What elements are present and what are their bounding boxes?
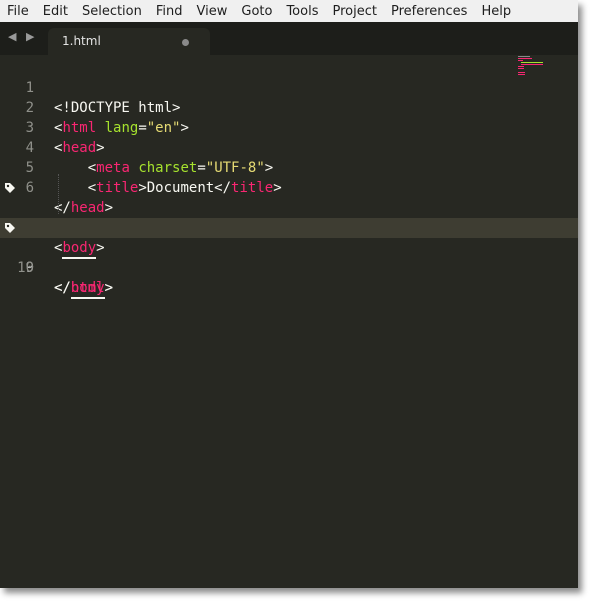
editor-window: File Edit Selection Find View Goto Tools… [0, 0, 578, 588]
menu-file[interactable]: File [0, 4, 36, 19]
unsaved-dot-icon[interactable] [182, 39, 189, 46]
code-line: 8 [0, 198, 578, 236]
chevron-left-icon[interactable]: ◀ [8, 30, 16, 43]
tab-title: 1.html [62, 34, 101, 48]
menu-tools[interactable]: Tools [279, 4, 325, 19]
menu-help[interactable]: Help [474, 4, 518, 19]
code-line: 5 <title>Document</title> [0, 138, 578, 196]
code-line: 7 <body> [0, 178, 578, 259]
tab-bar: ◀ ▶ 1.html [0, 22, 578, 55]
code-editor[interactable]: 1 <!DOCTYPE html> 2 <html lang="en"> 3 <… [0, 55, 578, 588]
code-line: 2 <html lang="en"> [0, 78, 578, 136]
chevron-right-icon[interactable]: ▶ [26, 30, 34, 43]
code-line: 10 </html> [0, 238, 578, 296]
minimap[interactable] [518, 56, 548, 82]
code-line: 4 <meta charset="UTF-8"> [0, 118, 578, 176]
code-line: 3 <head> [0, 98, 578, 156]
code-line: 6 </head> [0, 158, 578, 216]
code-line-active: 9 </body> [0, 218, 578, 299]
menu-find[interactable]: Find [149, 4, 190, 19]
menu-preferences[interactable]: Preferences [384, 4, 474, 19]
menu-selection[interactable]: Selection [75, 4, 149, 19]
code-line: 1 <!DOCTYPE html> [0, 58, 578, 116]
menu-view[interactable]: View [190, 4, 235, 19]
tag-token: html [70, 280, 105, 296]
bookmark-icon[interactable] [4, 222, 16, 234]
line-number: 10 [17, 260, 34, 276]
punct-token: </ [54, 280, 71, 296]
indent-guide [58, 174, 59, 214]
tab-1-html[interactable]: 1.html [48, 28, 210, 55]
menu-project[interactable]: Project [325, 4, 383, 19]
menu-goto[interactable]: Goto [234, 4, 279, 19]
bookmark-icon[interactable] [4, 182, 16, 194]
punct-token: > [104, 280, 114, 296]
menu-bar: File Edit Selection Find View Goto Tools… [0, 0, 578, 22]
menu-edit[interactable]: Edit [36, 4, 75, 19]
